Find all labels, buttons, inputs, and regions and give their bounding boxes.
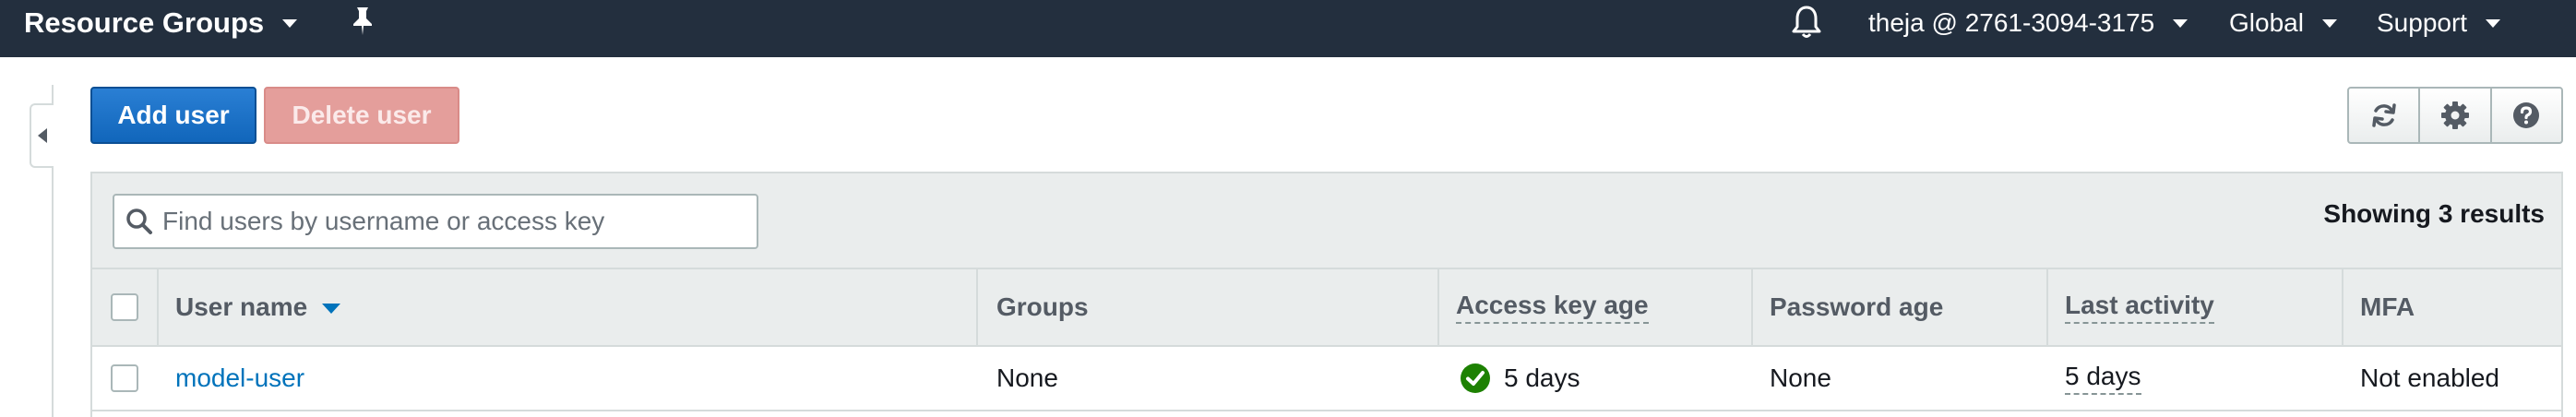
- support-label: Support: [2377, 8, 2468, 37]
- bell-icon[interactable]: [1790, 4, 1823, 41]
- table-row[interactable]: model-user None 5 days None 5 days Not e…: [92, 347, 2561, 411]
- column-divider: [2046, 269, 2048, 345]
- caret-left-icon: [38, 128, 47, 143]
- groups-cell: None: [996, 363, 1058, 392]
- table-header: User name Groups Access key age Password…: [92, 269, 2561, 347]
- password-age-cell: None: [1770, 363, 1831, 392]
- last-activity-value: 5 days: [2065, 362, 2141, 395]
- column-header-label: Last activity: [2065, 291, 2214, 324]
- refresh-button[interactable]: [2349, 89, 2418, 142]
- chevron-down-icon: [2173, 18, 2188, 28]
- account-menu[interactable]: theja @ 2761-3094-3175: [1868, 0, 2188, 46]
- column-divider: [157, 269, 159, 345]
- search-box[interactable]: [113, 194, 758, 249]
- select-all-cell: [111, 269, 138, 345]
- row-select-cell: [111, 347, 138, 410]
- region-menu[interactable]: Global: [2229, 0, 2337, 46]
- users-table: Showing 3 results User name Groups Acces…: [90, 172, 2563, 417]
- column-header-label: Groups: [996, 292, 1089, 321]
- column-header-label: MFA: [2360, 292, 2415, 321]
- column-header-user-name[interactable]: User name: [175, 269, 341, 345]
- help-button[interactable]: [2489, 89, 2561, 142]
- column-header-label: User name: [175, 292, 308, 321]
- search-input[interactable]: [162, 207, 753, 236]
- table-filter-bar: Showing 3 results: [92, 173, 2561, 269]
- sort-descending-icon: [322, 303, 341, 314]
- add-user-button[interactable]: Add user: [90, 87, 256, 144]
- account-label: theja @ 2761-3094-3175: [1868, 8, 2155, 37]
- column-divider: [2342, 269, 2343, 345]
- refresh-icon: [2371, 103, 2396, 127]
- last-activity-cell: 5 days: [2065, 347, 2141, 410]
- resource-groups-label: Resource Groups: [24, 6, 265, 39]
- column-divider: [1437, 269, 1439, 345]
- user-name-link[interactable]: model-user: [175, 363, 304, 393]
- chevron-down-icon: [282, 18, 298, 28]
- select-all-checkbox[interactable]: [111, 293, 138, 321]
- column-header-access-key-age[interactable]: Access key age: [1456, 269, 1649, 345]
- resource-groups-menu[interactable]: Resource Groups: [24, 0, 298, 46]
- search-icon: [126, 208, 152, 234]
- side-panel-toggle[interactable]: [30, 103, 54, 168]
- support-menu[interactable]: Support: [2377, 0, 2501, 46]
- row-checkbox[interactable]: [111, 364, 138, 392]
- column-header-label: Access key age: [1456, 291, 1649, 324]
- column-header-mfa[interactable]: MFA: [2360, 269, 2415, 345]
- help-icon: [2513, 102, 2540, 128]
- column-divider: [976, 269, 978, 345]
- check-circle-icon: [1461, 363, 1490, 393]
- region-label: Global: [2229, 8, 2304, 37]
- column-header-groups[interactable]: Groups: [996, 269, 1089, 345]
- chevron-down-icon: [2486, 18, 2501, 28]
- column-header-label: Password age: [1770, 292, 1944, 321]
- column-header-last-activity[interactable]: Last activity: [2065, 269, 2214, 345]
- user-name-cell: model-user: [175, 347, 304, 410]
- access-key-age-value: 5 days: [1504, 363, 1580, 392]
- settings-button[interactable]: [2418, 89, 2489, 142]
- mfa-cell: Not enabled: [2360, 363, 2500, 392]
- table-tools-group: [2347, 87, 2563, 144]
- column-divider: [1751, 269, 1753, 345]
- chevron-down-icon: [2321, 18, 2337, 28]
- access-key-age-cell: 5 days: [1460, 347, 1580, 410]
- pin-icon[interactable]: [349, 6, 376, 37]
- delete-user-button[interactable]: Delete user: [264, 87, 459, 144]
- column-header-password-age[interactable]: Password age: [1770, 269, 1943, 345]
- results-count: Showing 3 results: [2323, 199, 2545, 228]
- top-navigation-bar: Resource Groups theja @ 2761-3094-3175 G…: [0, 0, 2576, 57]
- gear-icon: [2440, 101, 2469, 129]
